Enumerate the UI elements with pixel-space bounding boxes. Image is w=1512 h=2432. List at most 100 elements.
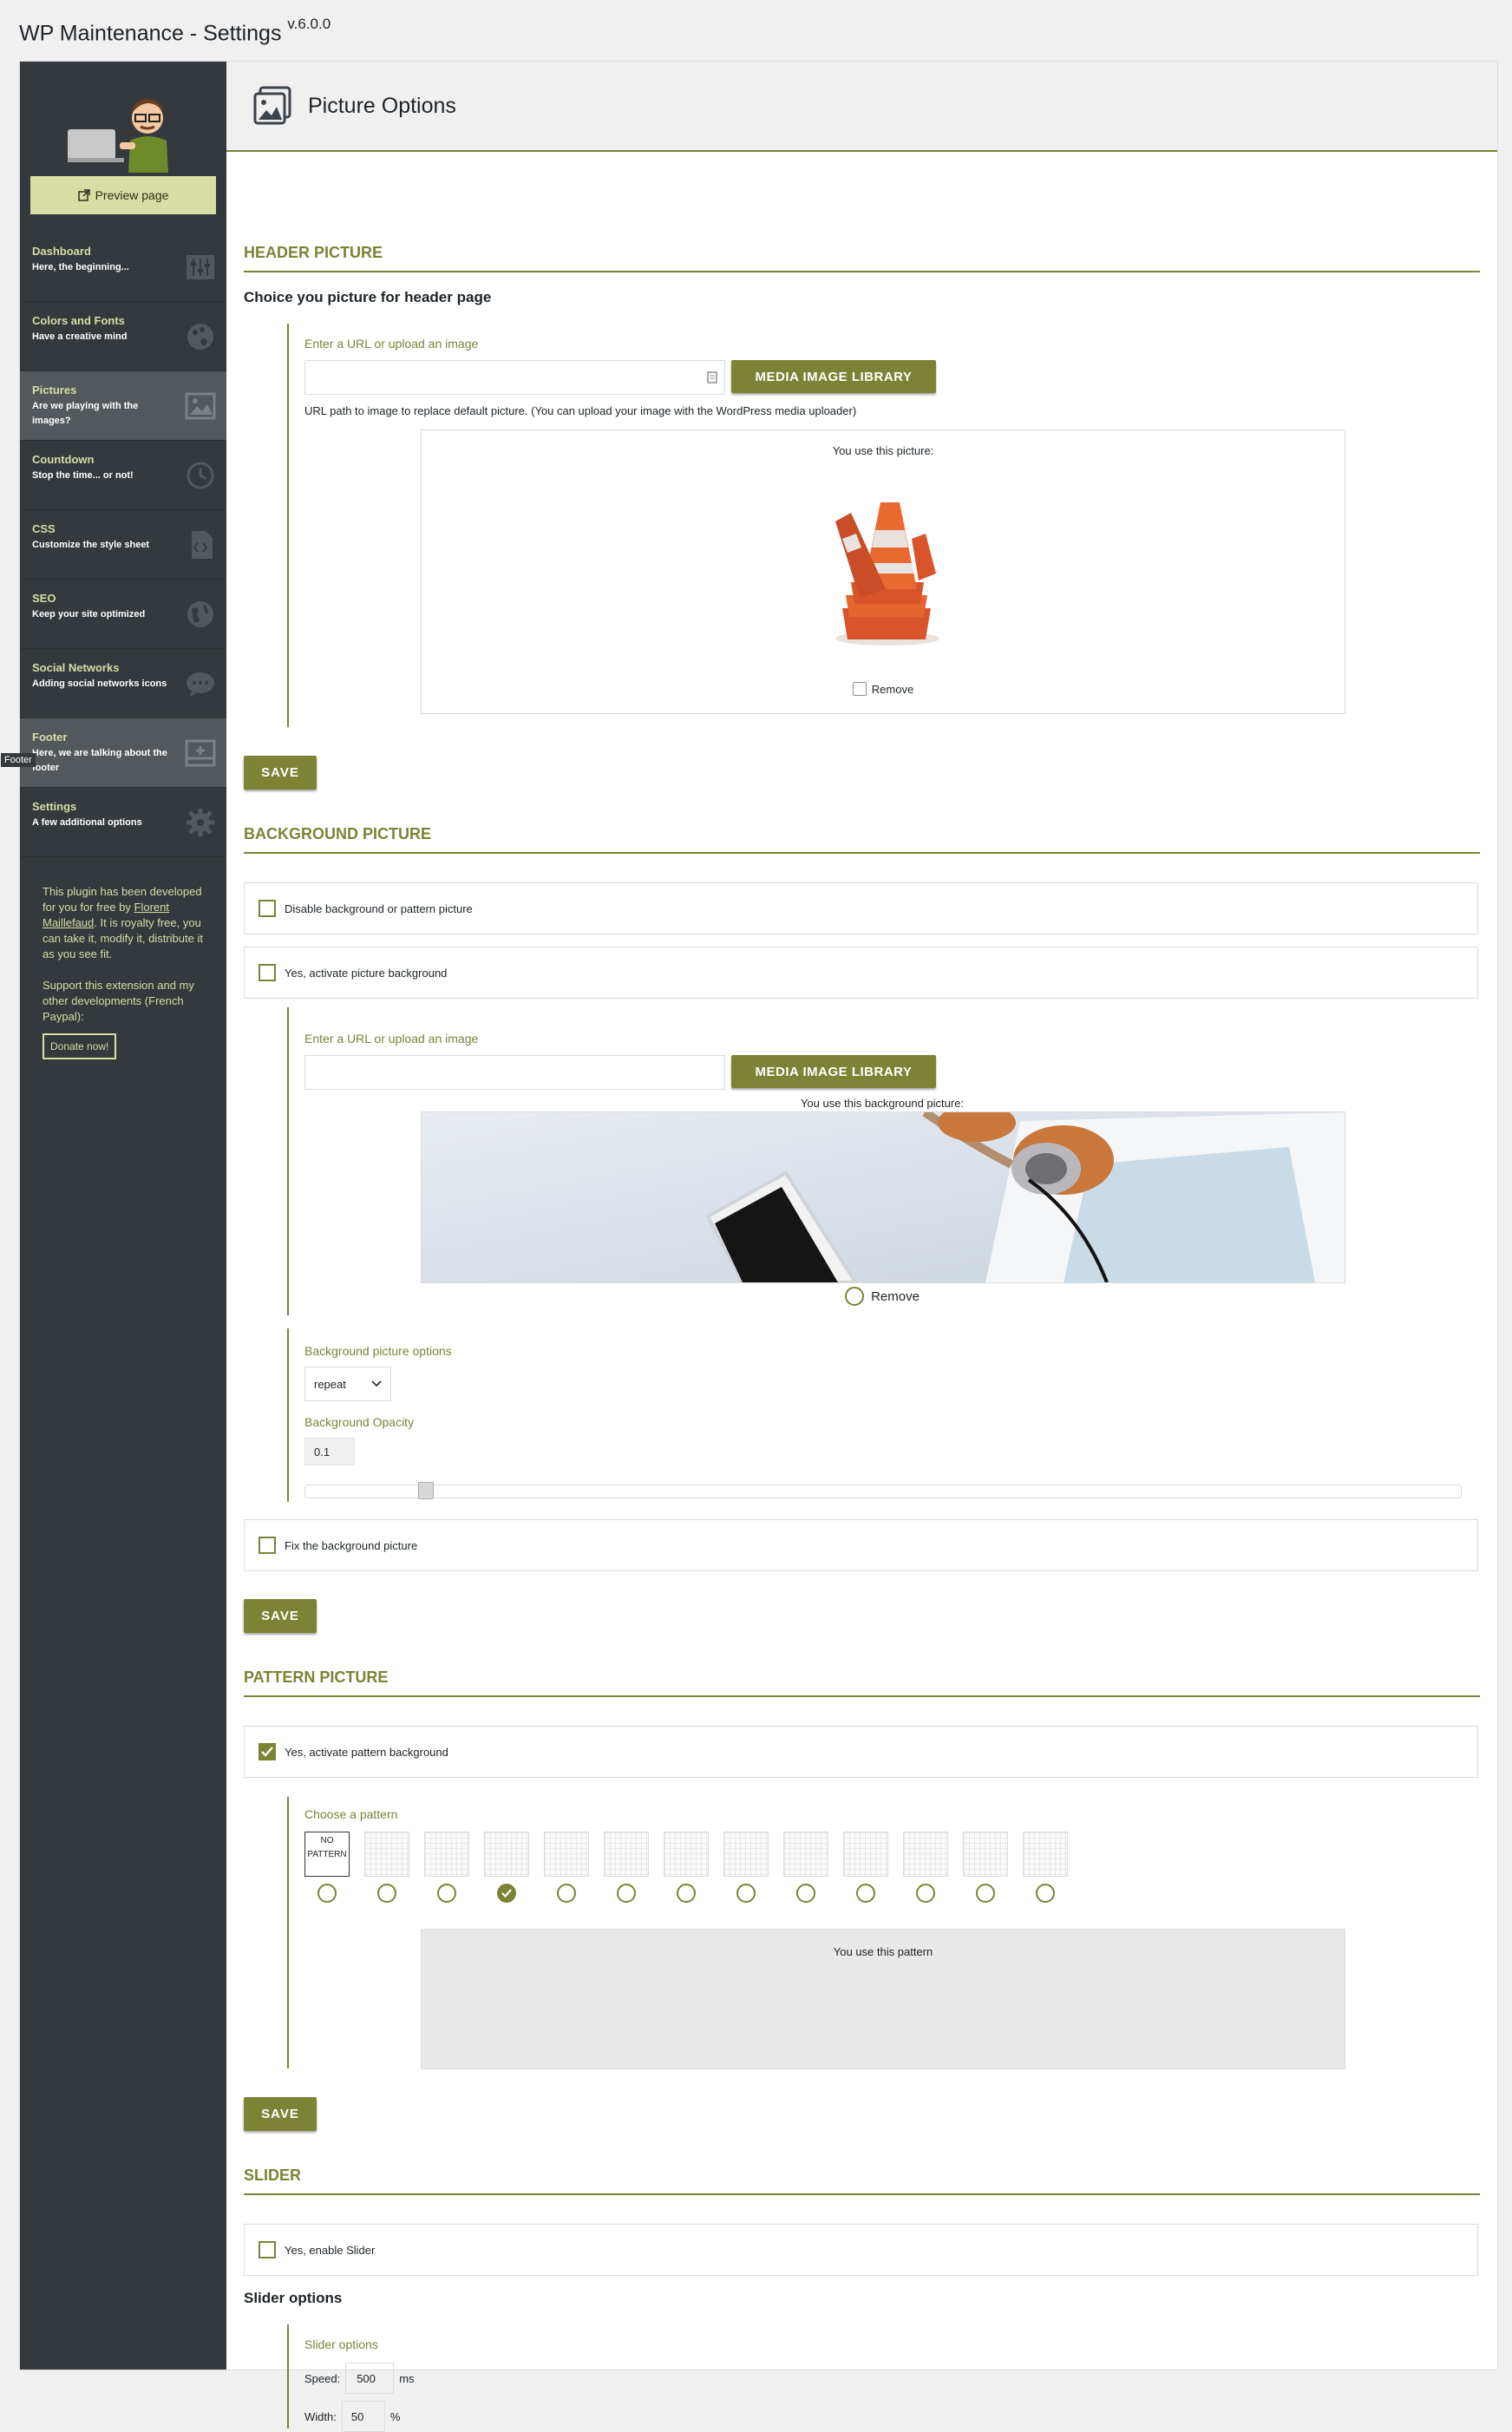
choose-pattern-label: Choose a pattern [304, 1807, 398, 1821]
header-remove-checkbox[interactable] [852, 682, 867, 696]
support-text: Support this extension and my other deve… [43, 979, 194, 1023]
pattern-option[interactable] [364, 1832, 409, 1903]
pattern-swatch[interactable] [364, 1832, 409, 1877]
chat-icon [187, 672, 214, 697]
header-media-library-button[interactable]: MEDIA IMAGE LIBRARY [731, 360, 936, 393]
sidebar-item-countdown[interactable]: Countdown Stop the time... or not! [20, 441, 226, 510]
sidebar-item-colors-and-fonts[interactable]: Colors and Fonts Have a creative mind [20, 302, 226, 371]
pattern-swatch[interactable] [544, 1832, 589, 1877]
width-input[interactable]: 50 [341, 2401, 385, 2432]
background-preview-label: You use this background picture: [800, 1097, 965, 1110]
background-media-library-button[interactable]: MEDIA IMAGE LIBRARY [731, 1055, 936, 1088]
palette-icon [187, 324, 213, 350]
save-button[interactable]: SAVE [244, 756, 317, 790]
disable-background-row[interactable]: Disable background or pattern picture [244, 882, 1478, 934]
activate-pattern-checkbox[interactable] [259, 1743, 276, 1760]
donate-button[interactable]: Donate now! [43, 1033, 117, 1059]
pattern-radio[interactable] [856, 1884, 875, 1903]
pattern-radio[interactable] [916, 1884, 935, 1903]
footer-icon [185, 739, 216, 767]
pattern-swatch[interactable] [604, 1832, 649, 1877]
background-repeat-value: repeat [314, 1377, 346, 1391]
preview-page-button[interactable]: Preview page [30, 176, 216, 214]
pattern-swatch[interactable] [723, 1832, 769, 1877]
pattern-preview: You use this pattern [421, 1929, 1345, 2069]
save-button[interactable]: SAVE [244, 2097, 317, 2131]
sidebar-item-pictures[interactable]: Pictures Are we playing with the images? [20, 371, 226, 441]
pattern-radio[interactable] [377, 1884, 396, 1903]
width-label: Width: [304, 2409, 337, 2423]
header-picture-preview: You use this picture: Remove [421, 429, 1345, 714]
header-url-input[interactable] [304, 360, 725, 395]
pattern-swatch[interactable] [424, 1832, 469, 1877]
pattern-option[interactable] [664, 1832, 709, 1903]
pattern-option[interactable] [783, 1832, 828, 1903]
traffic-cone-picture [835, 502, 939, 646]
chevron-down-icon [371, 1380, 382, 1387]
pattern-option[interactable] [1023, 1832, 1068, 1903]
pattern-radio[interactable] [677, 1884, 696, 1903]
background-opacity-input[interactable]: 0.1 [304, 1438, 355, 1465]
sidebar: Preview page Dashboard Here, the beginni… [20, 62, 226, 2370]
pattern-option[interactable] [544, 1832, 589, 1903]
pattern-radio[interactable] [976, 1884, 995, 1903]
sidebar-item-seo[interactable]: SEO Keep your site optimized [20, 580, 226, 649]
pattern-option[interactable]: NO PATTERN [304, 1832, 350, 1903]
speed-label: Speed: [304, 2371, 341, 2385]
sidebar-item-settings[interactable]: Settings A few additional options [20, 788, 226, 857]
background-remove-radio[interactable] [845, 1287, 865, 1306]
main-content: Picture Options HEADER PICTURE Choice yo… [226, 62, 1497, 2432]
sidebar-item-title: SEO [32, 592, 56, 605]
slider-options-label: Slider options [304, 2337, 378, 2351]
sidebar-item-footer[interactable]: Footer Here, we are talking about the fo… [20, 718, 226, 788]
background-remove-label: Remove [871, 1288, 920, 1304]
activate-background-label: Yes, activate picture background [285, 966, 448, 980]
pattern-option[interactable] [723, 1832, 769, 1903]
save-button[interactable]: SAVE [244, 1599, 317, 1633]
pattern-option[interactable] [604, 1832, 649, 1903]
pattern-swatch[interactable] [783, 1832, 828, 1877]
pattern-radio[interactable] [557, 1884, 576, 1903]
sidebar-item-subtitle: Here, the beginning... [32, 262, 129, 272]
pattern-radio[interactable] [317, 1884, 337, 1903]
pattern-radio[interactable] [617, 1884, 636, 1903]
background-url-input[interactable] [304, 1055, 725, 1090]
opacity-slider-handle[interactable] [418, 1482, 434, 1499]
enable-slider-checkbox[interactable] [259, 2241, 276, 2258]
speed-unit: ms [399, 2371, 415, 2385]
slider-options-heading: Slider options [244, 2290, 343, 2306]
background-repeat-select[interactable]: repeat [304, 1367, 391, 1401]
pattern-option[interactable] [963, 1832, 1008, 1903]
sidebar-item-css[interactable]: CSS Customize the style sheet [20, 510, 226, 580]
pattern-radio[interactable] [437, 1884, 456, 1903]
no-pattern-swatch[interactable]: NO PATTERN [304, 1832, 350, 1877]
pattern-swatch[interactable] [963, 1832, 1008, 1877]
pattern-option[interactable] [424, 1832, 469, 1903]
pattern-swatch[interactable] [843, 1832, 888, 1877]
pattern-swatch[interactable] [484, 1832, 529, 1877]
header-picture-heading: Choice you picture for header page [244, 289, 492, 305]
sidebar-item-social-networks[interactable]: Social Networks Adding social networks i… [20, 649, 226, 718]
pattern-option[interactable] [484, 1832, 529, 1903]
fix-background-checkbox[interactable] [259, 1537, 276, 1554]
pattern-radio[interactable] [736, 1884, 756, 1903]
pattern-option[interactable] [843, 1832, 888, 1903]
background-opacity-slider[interactable] [304, 1482, 1462, 1499]
sidebar-item-title: Countdown [32, 453, 95, 466]
activate-background-checkbox[interactable] [259, 964, 276, 981]
pattern-option[interactable] [903, 1832, 948, 1903]
speed-input[interactable]: 500 [345, 2363, 395, 2394]
enable-slider-row[interactable]: Yes, enable Slider [244, 2224, 1478, 2276]
fix-background-row[interactable]: Fix the background picture [244, 1519, 1478, 1571]
activate-pattern-row[interactable]: Yes, activate pattern background [244, 1726, 1478, 1778]
pattern-swatch[interactable] [664, 1832, 709, 1877]
pattern-radio[interactable] [497, 1884, 516, 1903]
pattern-swatch[interactable] [1023, 1832, 1068, 1877]
sidebar-item-dashboard[interactable]: Dashboard Here, the beginning... [20, 233, 226, 302]
disable-background-checkbox[interactable] [259, 900, 276, 917]
activate-background-row[interactable]: Yes, activate picture background [244, 947, 1478, 999]
settings-panel: Preview page Dashboard Here, the beginni… [1, 61, 1498, 2432]
pattern-radio[interactable] [1036, 1884, 1055, 1903]
pattern-swatch[interactable] [903, 1832, 948, 1877]
pattern-radio[interactable] [796, 1884, 815, 1903]
